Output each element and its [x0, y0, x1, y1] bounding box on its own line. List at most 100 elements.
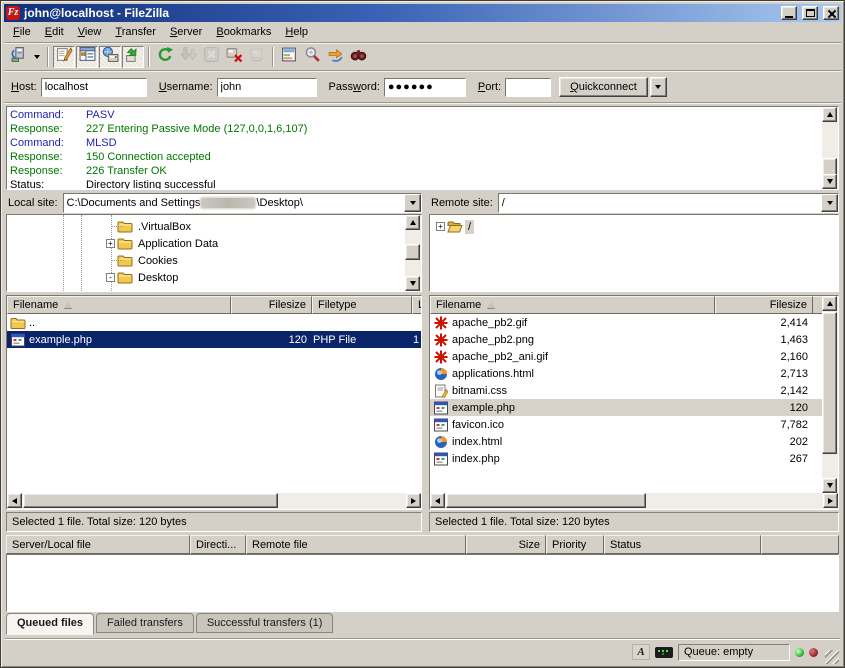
menu-help[interactable]: Help	[278, 23, 315, 41]
menu-view[interactable]: View	[71, 23, 109, 41]
menu-file[interactable]: File	[6, 23, 38, 41]
tree-item[interactable]: Cookies	[7, 252, 421, 269]
synchronized-browsing[interactable]	[324, 46, 346, 68]
tab-successful-transfers-[interactable]: Successful transfers (1)	[196, 613, 334, 633]
file-row[interactable]: bitnami.css2,142	[430, 382, 838, 399]
scroll-left-button[interactable]	[430, 493, 445, 508]
horizontal-scrollbar[interactable]	[7, 493, 421, 509]
directory-listing-filters[interactable]	[278, 46, 300, 68]
scrollbar-thumb[interactable]	[822, 312, 837, 454]
tree-item[interactable]: - Desktop	[7, 269, 421, 286]
tree-item-label: Desktop	[135, 271, 181, 285]
local-path-dropdown[interactable]	[404, 194, 421, 212]
scrollbar-thumb[interactable]	[405, 244, 420, 260]
toggle-remote-tree[interactable]	[99, 46, 121, 68]
toggle-local-tree[interactable]	[76, 46, 98, 68]
pane-splitter[interactable]	[422, 192, 429, 532]
queue-column-size[interactable]: Size	[466, 535, 546, 554]
column-header-filename[interactable]: Filename	[430, 296, 715, 314]
queue-column-priority[interactable]: Priority	[546, 535, 604, 554]
tab-queued-files[interactable]: Queued files	[6, 613, 94, 635]
queue-column-serverlocalfile[interactable]: Server/Local file	[6, 535, 190, 554]
local-path-combobox[interactable]: C:\Documents and Settings\Desktop\	[63, 193, 422, 213]
quickconnect-button[interactable]: Quickconnect	[559, 77, 648, 97]
menu-server[interactable]: Server	[163, 23, 209, 41]
menu-edit[interactable]: Edit	[38, 23, 71, 41]
file-row[interactable]: favicon.ico7,782	[430, 416, 838, 433]
minimize-button[interactable]	[781, 6, 797, 20]
maximize-button[interactable]	[802, 6, 818, 20]
site-manager-dropdown[interactable]	[30, 46, 43, 68]
resize-grip[interactable]	[825, 650, 839, 664]
scroll-up-button[interactable]	[822, 107, 837, 122]
tab-failed-transfers[interactable]: Failed transfers	[96, 613, 194, 633]
file-row[interactable]: example.php120	[430, 399, 838, 416]
column-header-l[interactable]: L	[412, 296, 422, 314]
column-header-filesize[interactable]: Filesize	[231, 296, 312, 314]
scrollbar-thumb[interactable]	[23, 493, 278, 508]
quickconnect-dropdown[interactable]	[650, 77, 667, 97]
file-value: 1,463	[780, 334, 808, 346]
queue-column-status[interactable]: Status	[604, 535, 761, 554]
file-row[interactable]: index.php267	[430, 450, 838, 467]
horizontal-scrollbar[interactable]	[430, 493, 838, 509]
file-row[interactable]: index.html202	[430, 433, 838, 450]
username-label: Username:	[159, 81, 213, 93]
disconnect-server[interactable]	[223, 46, 245, 68]
log-scrollbar[interactable]	[822, 107, 838, 189]
tree-item[interactable]: .VirtualBox	[7, 218, 421, 235]
column-header-filetype[interactable]: Filetype	[312, 296, 412, 314]
file-value: 1	[413, 334, 419, 346]
close-button[interactable]	[823, 6, 839, 20]
chevron-down-icon	[655, 85, 661, 89]
menu-transfer[interactable]: Transfer	[108, 23, 163, 41]
process-queue-icon	[180, 46, 197, 68]
column-header-filename[interactable]: Filename	[7, 296, 231, 314]
toggle-transfer-queue[interactable]	[122, 46, 144, 68]
scrollbar-thumb[interactable]	[446, 493, 646, 508]
remote-path-dropdown[interactable]	[821, 194, 838, 212]
queue-column-remotefile[interactable]: Remote file	[246, 535, 466, 554]
password-input[interactable]	[384, 78, 466, 97]
window-title: john@localhost - FileZilla	[23, 6, 776, 20]
expand-icon[interactable]: +	[436, 222, 445, 231]
directory-comparison[interactable]	[301, 46, 323, 68]
local-tree-scrollbar[interactable]	[405, 215, 421, 291]
queue-column-directi[interactable]: Directi...	[190, 535, 246, 554]
file-row[interactable]: apache_pb2.gif2,414	[430, 314, 838, 331]
file-row[interactable]: apache_pb2.png 1,463	[430, 331, 838, 348]
refresh-file-lists[interactable]	[154, 46, 176, 68]
open-site-manager[interactable]	[7, 46, 29, 68]
collapse-icon[interactable]: -	[106, 273, 115, 282]
scroll-up-button[interactable]	[405, 215, 420, 230]
file-name: apache_pb2.png	[452, 334, 534, 346]
toggle-message-log[interactable]	[53, 46, 75, 68]
scroll-right-button[interactable]	[406, 493, 421, 508]
scroll-right-button[interactable]	[823, 493, 838, 508]
menu-bookmarks[interactable]: Bookmarks	[209, 23, 278, 41]
expand-icon[interactable]: +	[106, 239, 115, 248]
scroll-left-button[interactable]	[7, 493, 22, 508]
file-row[interactable]: example.php120PHP File1	[7, 331, 421, 348]
file-row[interactable]: apache_pb2_ani.gif2,160	[430, 348, 838, 365]
activity-led-red	[809, 648, 818, 657]
scroll-down-button[interactable]	[822, 174, 837, 189]
host-input[interactable]	[41, 78, 147, 97]
file-row[interactable]: ..	[7, 314, 421, 331]
search-files[interactable]	[347, 46, 369, 68]
remote-path-combobox[interactable]: /	[498, 193, 839, 213]
port-input[interactable]	[505, 78, 551, 97]
file-cell: PHP File	[312, 331, 412, 348]
scroll-down-button[interactable]	[405, 276, 420, 291]
file-name: example.php	[452, 402, 515, 414]
file-name: apache_pb2_ani.gif	[452, 351, 548, 363]
tree-item[interactable]: +Application Data	[7, 235, 421, 252]
file-row[interactable]: applications.html2,713	[430, 365, 838, 382]
username-input[interactable]	[217, 78, 317, 97]
tree-item[interactable]: +/	[430, 218, 838, 235]
column-header-filesize[interactable]: Filesize	[715, 296, 813, 314]
scroll-up-button[interactable]	[822, 296, 837, 311]
log-entry-label: Response:	[10, 122, 86, 136]
scroll-down-button[interactable]	[822, 478, 837, 493]
remote-list-scrollbar[interactable]	[822, 296, 838, 493]
